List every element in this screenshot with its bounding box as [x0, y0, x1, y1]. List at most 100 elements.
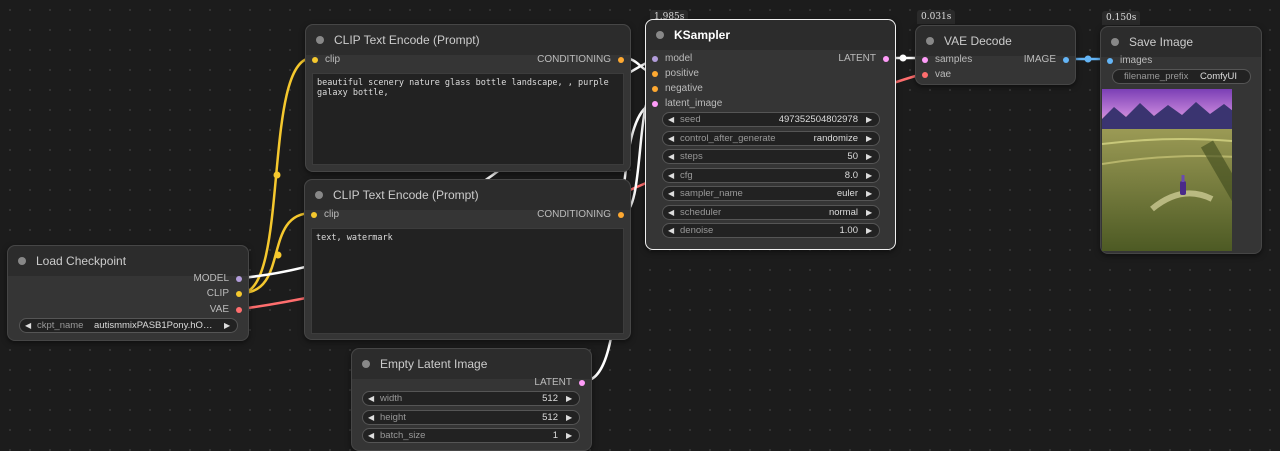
- arrow-left-icon[interactable]: ◀: [668, 134, 676, 143]
- link-midpoint[interactable]: [899, 54, 907, 62]
- empty-latent-image-node[interactable]: Empty Latent Image LATENT ◀ width 512 ▶ …: [351, 348, 592, 451]
- output-image-preview[interactable]: [1102, 89, 1232, 251]
- slot-dot-icon[interactable]: [652, 70, 658, 77]
- denoise-number[interactable]: ◀ denoise 1.00 ▶: [662, 223, 880, 238]
- node-title-bar[interactable]: CLIP Text Encode (Prompt): [305, 180, 630, 210]
- scheduler-combo[interactable]: ◀ scheduler normal ▶: [662, 204, 880, 220]
- prompt-textarea[interactable]: beautiful scenery nature glass bottle la…: [312, 73, 624, 165]
- steps-number[interactable]: ◀ steps 50 ▶: [662, 149, 880, 164]
- prompt-textarea[interactable]: text, watermark: [311, 228, 624, 334]
- arrow-right-icon[interactable]: ▶: [566, 413, 574, 422]
- slot-dot-icon[interactable]: [312, 56, 318, 63]
- seed-number[interactable]: ◀ seed 497352504802978 ▶: [662, 112, 880, 127]
- node-title-bar[interactable]: CLIP Text Encode (Prompt): [306, 25, 630, 55]
- save-image-node[interactable]: Save Image images filename_prefix ComfyU…: [1100, 26, 1262, 254]
- arrow-left-icon[interactable]: ◀: [668, 189, 676, 198]
- collapse-dot-icon[interactable]: [18, 257, 26, 265]
- clip-text-encode-positive-node[interactable]: CLIP Text Encode (Prompt) clip CONDITION…: [305, 24, 631, 172]
- clip-text-encode-negative-node[interactable]: CLIP Text Encode (Prompt) clip CONDITION…: [304, 179, 631, 340]
- input-slot-positive[interactable]: positive: [646, 68, 699, 79]
- widget-value: 512: [542, 393, 558, 404]
- input-slot-vae[interactable]: vae: [916, 69, 951, 80]
- input-slot-model[interactable]: model: [646, 53, 692, 64]
- link-midpoint[interactable]: [274, 251, 282, 259]
- widget-label: scheduler: [680, 206, 722, 218]
- arrow-right-icon[interactable]: ▶: [866, 171, 874, 180]
- output-slot-clip[interactable]: CLIP: [207, 288, 248, 299]
- input-slot-images[interactable]: images: [1101, 55, 1152, 66]
- ckpt-name-combo[interactable]: ◀ ckpt_name autismmixPASB1Pony.hODI… ▶: [19, 318, 238, 333]
- height-number[interactable]: ◀ height 512 ▶: [362, 410, 580, 425]
- node-title-bar[interactable]: Load Checkpoint: [8, 246, 248, 276]
- link-midpoint[interactable]: [1084, 55, 1092, 63]
- arrow-right-icon[interactable]: ▶: [866, 134, 874, 143]
- arrow-right-icon[interactable]: ▶: [866, 115, 874, 124]
- slot-dot-icon[interactable]: [1063, 56, 1069, 63]
- width-number[interactable]: ◀ width 512 ▶: [362, 391, 580, 406]
- output-slot-conditioning[interactable]: CONDITIONING: [537, 209, 630, 220]
- node-title-bar[interactable]: VAE Decode: [916, 26, 1075, 56]
- collapse-dot-icon[interactable]: [656, 31, 664, 39]
- arrow-right-icon[interactable]: ▶: [866, 152, 874, 161]
- load-checkpoint-node[interactable]: Load Checkpoint MODEL CLIP VAE ◀ ckpt_na…: [7, 245, 249, 341]
- arrow-left-icon[interactable]: ◀: [368, 413, 376, 422]
- filename-prefix-text[interactable]: filename_prefix ComfyUI: [1112, 69, 1251, 84]
- output-slot-latent[interactable]: LATENT: [534, 377, 591, 388]
- arrow-left-icon[interactable]: ◀: [668, 208, 676, 217]
- arrow-right-icon[interactable]: ▶: [224, 321, 232, 330]
- input-slot-negative[interactable]: negative: [646, 83, 703, 94]
- collapse-dot-icon[interactable]: [1111, 38, 1119, 46]
- slot-dot-icon[interactable]: [652, 85, 658, 92]
- output-slot-model[interactable]: MODEL: [193, 273, 248, 284]
- output-slot-vae[interactable]: VAE: [210, 304, 248, 315]
- sampler-name-combo[interactable]: ◀ sampler_name euler ▶: [662, 186, 880, 201]
- slot-dot-icon[interactable]: [311, 211, 317, 218]
- input-slot-samples[interactable]: samples: [916, 54, 972, 65]
- node-title-bar[interactable]: KSampler: [646, 20, 895, 50]
- arrow-left-icon[interactable]: ◀: [25, 321, 33, 330]
- batch-size-number[interactable]: ◀ batch_size 1 ▶: [362, 428, 580, 443]
- collapse-dot-icon[interactable]: [362, 360, 370, 368]
- slot-dot-icon[interactable]: [618, 56, 624, 63]
- ksampler-node[interactable]: KSampler model LATENT positive negative …: [645, 19, 896, 250]
- vae-decode-node[interactable]: VAE Decode samples IMAGE vae: [915, 25, 1076, 85]
- link-midpoint[interactable]: [273, 171, 281, 179]
- slot-dot-icon[interactable]: [618, 211, 624, 218]
- slot-dot-icon[interactable]: [922, 71, 928, 78]
- output-slot-conditioning[interactable]: CONDITIONING: [537, 54, 630, 65]
- cfg-number[interactable]: ◀ cfg 8.0 ▶: [662, 167, 880, 183]
- node-title-bar[interactable]: Empty Latent Image: [352, 349, 591, 379]
- arrow-right-icon[interactable]: ▶: [566, 394, 574, 403]
- arrow-left-icon[interactable]: ◀: [668, 152, 676, 161]
- slot-dot-icon[interactable]: [922, 56, 928, 63]
- arrow-left-icon[interactable]: ◀: [368, 431, 376, 440]
- arrow-left-icon[interactable]: ◀: [668, 226, 676, 235]
- output-slot-image[interactable]: IMAGE: [1024, 54, 1075, 65]
- arrow-right-icon[interactable]: ▶: [866, 189, 874, 198]
- slot-dot-icon[interactable]: [1107, 57, 1113, 64]
- slot-dot-icon[interactable]: [236, 306, 242, 313]
- slot-dot-icon[interactable]: [236, 290, 242, 297]
- arrow-right-icon[interactable]: ▶: [866, 226, 874, 235]
- input-slot-clip[interactable]: clip: [305, 209, 339, 220]
- arrow-left-icon[interactable]: ◀: [668, 115, 676, 124]
- arrow-right-icon[interactable]: ▶: [866, 208, 874, 217]
- input-slot-clip[interactable]: clip: [306, 54, 340, 65]
- arrow-right-icon[interactable]: ▶: [566, 431, 574, 440]
- input-slot-latent-image[interactable]: latent_image: [646, 98, 722, 109]
- slot-dot-icon[interactable]: [579, 379, 585, 386]
- collapse-dot-icon[interactable]: [316, 36, 324, 44]
- node-title: Empty Latent Image: [380, 357, 488, 371]
- slot-dot-icon[interactable]: [652, 55, 658, 62]
- slot-dot-icon[interactable]: [883, 55, 889, 62]
- arrow-left-icon[interactable]: ◀: [668, 171, 676, 180]
- output-slot-latent[interactable]: LATENT: [838, 53, 895, 64]
- collapse-dot-icon[interactable]: [926, 37, 934, 45]
- widget-label: width: [380, 393, 403, 404]
- control-after-generate-combo[interactable]: ◀ control_after_generate randomize ▶: [662, 130, 880, 146]
- slot-dot-icon[interactable]: [236, 275, 242, 282]
- slot-dot-icon[interactable]: [652, 100, 658, 107]
- node-title-bar[interactable]: Save Image: [1101, 27, 1261, 57]
- arrow-left-icon[interactable]: ◀: [368, 394, 376, 403]
- collapse-dot-icon[interactable]: [315, 191, 323, 199]
